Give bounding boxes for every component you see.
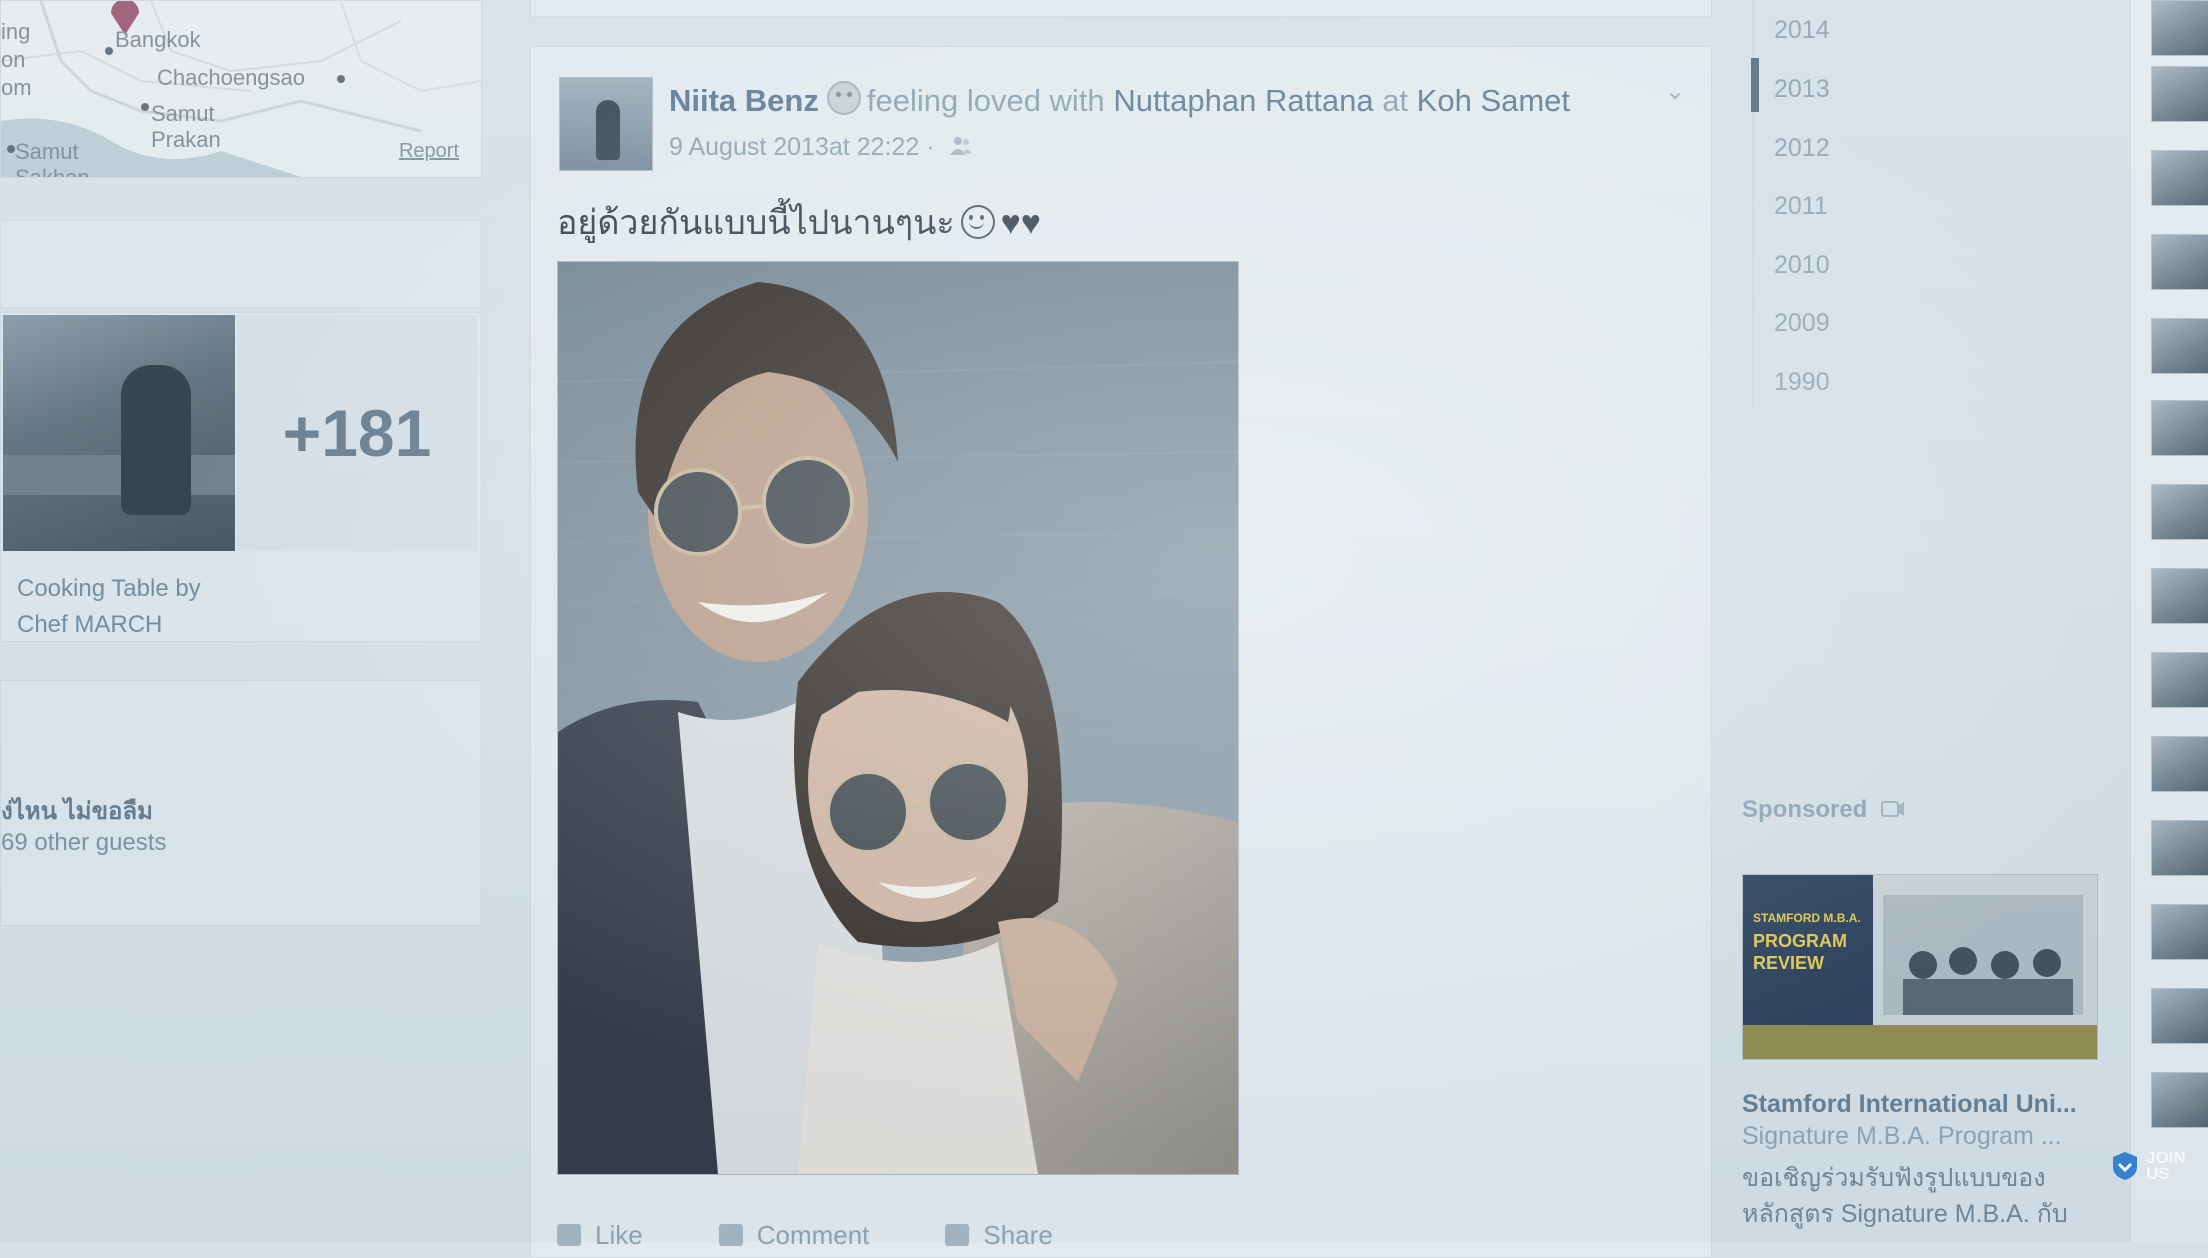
map-label-fragment: ing <box>1 19 31 44</box>
chevron-down-icon[interactable]: ⌄ <box>1661 77 1689 105</box>
smile-emoji-icon <box>960 205 995 239</box>
sponsored-heading: Sponsored <box>1742 796 1906 824</box>
ad-description: ขอเชิญร่วมรับฟังรูปแบบของ หลักสูตร Signa… <box>1742 1164 2068 1228</box>
map-label-chachoengsao: Chachoengsao <box>157 65 306 90</box>
at-text: at <box>1382 83 1409 118</box>
post-message-text: อยู่ด้วยกันแบบนี้ไปนานๆนะ <box>557 204 955 242</box>
chat-contact-avatar[interactable] <box>2151 66 2208 122</box>
like-label: Like <box>595 1219 643 1250</box>
year-item[interactable]: 1990 <box>1774 368 1830 397</box>
timeline-year-list: 2014 2013 2012 2011 2010 2009 1990 <box>1751 0 1944 410</box>
previous-post-edge <box>530 0 1712 17</box>
chat-contact-avatar[interactable] <box>2151 234 2208 290</box>
location-link[interactable]: Koh Samet <box>1417 83 1570 118</box>
year-item-selected[interactable]: 2013 <box>1774 75 1830 104</box>
ad-choices-icon[interactable] <box>1880 798 1906 820</box>
thumb-counter-shape <box>3 455 235 495</box>
post-photo[interactable] <box>557 261 1239 1175</box>
shield-icon <box>2113 1152 2137 1180</box>
chat-contact-avatar[interactable] <box>2151 568 2208 624</box>
year-item[interactable]: 2010 <box>1774 251 1830 280</box>
map-label-samut: Samut <box>15 139 79 164</box>
map-label-sakhon: Sakhon <box>15 165 90 178</box>
friends-audience-icon[interactable] <box>949 135 973 157</box>
post-actions: Like Comment Share <box>557 1215 1053 1255</box>
event-guests[interactable]: 69 other guests <box>1 829 166 857</box>
event-title[interactable]: ง่ไหน ไม่ขอลืม <box>1 791 153 830</box>
year-selected-marker <box>1751 58 1759 112</box>
comment-icon <box>718 1224 743 1246</box>
chat-contact-avatar[interactable] <box>2151 484 2208 540</box>
post-date: 9 August 2013at 22:22 · <box>669 133 973 162</box>
chat-contact-avatar[interactable] <box>2151 736 2208 792</box>
thumb-person-shape <box>121 365 191 515</box>
chat-contact-avatar[interactable] <box>2151 652 2208 708</box>
blank-card <box>0 220 482 308</box>
photo-caption[interactable]: Cooking Table by Chef MARCH <box>17 571 227 643</box>
photo-thumbnail[interactable] <box>3 315 235 551</box>
chat-contact-avatar[interactable] <box>2151 820 2208 876</box>
post-header: Niita Benz feeling loved with Nuttaphan R… <box>669 81 1570 119</box>
author-avatar[interactable] <box>559 77 653 171</box>
chat-contact-avatar[interactable] <box>2151 1072 2208 1128</box>
post-hearts: ♥♥ <box>1000 204 1041 242</box>
ad-image-line: PROGRAM <box>1753 931 1847 951</box>
ad-subtitle[interactable]: Signature M.B.A. Program ... <box>1742 1122 2062 1151</box>
event-card: ง่ไหน ไม่ขอลืม 69 other guests <box>0 680 482 926</box>
map-label-bangkok: Bangkok <box>115 27 201 52</box>
chat-contact-avatar[interactable] <box>2151 318 2208 374</box>
ad-image-line: STAMFORD M.B.A. <box>1753 911 1861 925</box>
post-message: อยู่ด้วยกันแบบนี้ไปนานๆนะ ♥♥ <box>557 195 1041 249</box>
map-label-samut: Samut <box>151 101 215 126</box>
watermark-line: US <box>2146 1164 2170 1183</box>
share-icon <box>945 1224 970 1246</box>
avatar-figure <box>596 100 620 160</box>
sponsored-label: Sponsored <box>1742 796 1868 823</box>
photos-card: +181 Cooking Table by Chef MARCH <box>0 312 482 642</box>
chat-sidebar <box>2130 0 2208 1242</box>
left-column: ing on om Bangkok Chachoengsao Samut Pra… <box>0 0 484 1242</box>
post-card: Niita Benz feeling loved with Nuttaphan R… <box>530 46 1712 1258</box>
feeling-emoji-icon <box>826 81 861 115</box>
map-label-fragment: om <box>1 75 32 100</box>
share-label: Share <box>983 1219 1053 1250</box>
ad-image[interactable]: STAMFORD M.B.A. PROGRAM REVIEW <box>1742 874 2098 1060</box>
join-us-watermark: JOIN US <box>2110 1149 2186 1183</box>
chat-contact-avatar[interactable] <box>2151 0 2208 56</box>
year-item[interactable]: 2012 <box>1774 134 1830 163</box>
year-item[interactable]: 2011 <box>1774 192 1828 221</box>
like-button[interactable]: Like <box>557 1215 643 1255</box>
thumbs-up-icon <box>557 1224 581 1246</box>
share-button[interactable]: Share <box>945 1215 1053 1255</box>
ad-title[interactable]: Stamford International Uni... <box>1742 1090 2077 1119</box>
map-label-fragment: on <box>1 47 26 72</box>
map-card[interactable]: ing on om Bangkok Chachoengsao Samut Pra… <box>0 0 482 178</box>
chat-contact-avatar[interactable] <box>2151 988 2208 1044</box>
map-report-link[interactable]: Report <box>399 140 459 163</box>
couple-selfie-image <box>558 262 1238 1174</box>
chat-contact-avatar[interactable] <box>2151 904 2208 960</box>
ad-image-caption: STAMFORD M.B.A. PROGRAM REVIEW <box>1753 911 1863 974</box>
year-item[interactable]: 2014 <box>1774 16 1830 45</box>
post-timestamp[interactable]: 9 August 2013at 22:22 · <box>669 133 935 161</box>
chat-contact-avatar[interactable] <box>2151 400 2208 456</box>
feeling-text: feeling loved with <box>866 83 1105 118</box>
map-label-prakan: Prakan <box>151 127 221 152</box>
comment-button[interactable]: Comment <box>718 1215 870 1255</box>
chat-contact-avatar[interactable] <box>2151 150 2208 206</box>
year-item[interactable]: 2009 <box>1774 309 1830 338</box>
watermark-text: JOIN US <box>2146 1149 2186 1183</box>
comment-label: Comment <box>756 1219 870 1250</box>
more-photos-count[interactable]: +181 <box>237 315 477 551</box>
ad-image-line: REVIEW <box>1753 953 1825 973</box>
author-name[interactable]: Niita Benz <box>669 83 819 118</box>
tagged-friend[interactable]: Nuttaphan Rattana <box>1113 83 1373 118</box>
